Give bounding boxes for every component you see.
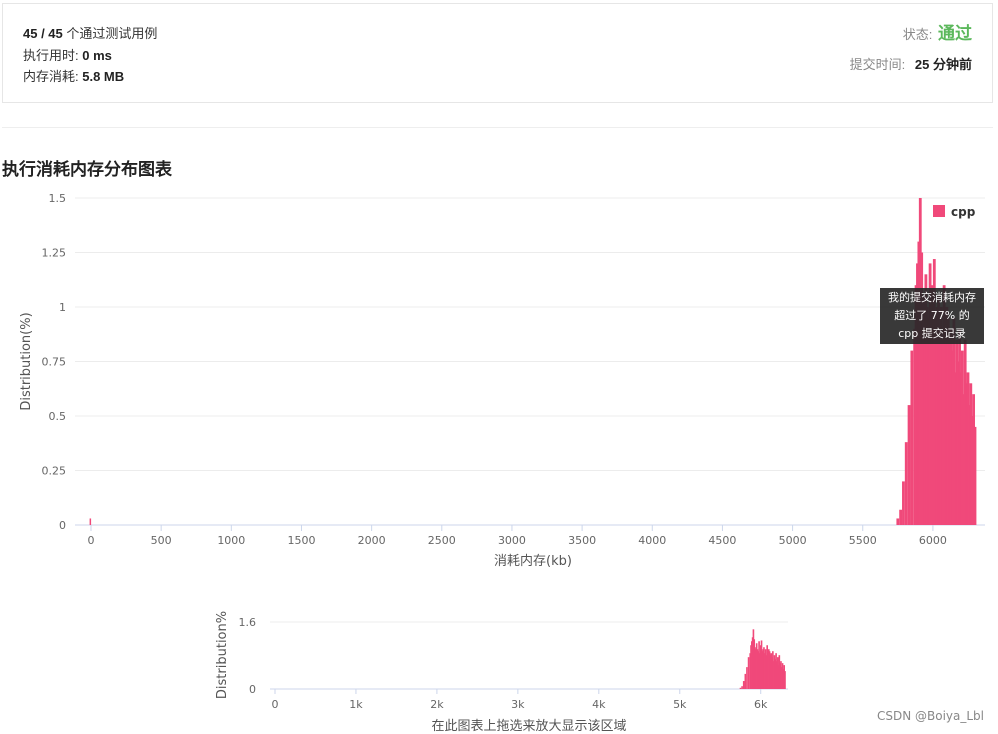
runtime-label: 执行用时: xyxy=(23,48,79,63)
nav-chart-bar xyxy=(744,673,747,689)
chart-bar xyxy=(904,442,908,525)
y-tick-label: 0.25 xyxy=(42,465,67,478)
nav-chart-bar xyxy=(739,687,742,689)
nav-y-tick-label: 0 xyxy=(249,683,256,696)
navigator-hint: 在此图表上拖选来放大显示该区域 xyxy=(431,719,626,734)
y-tick-label: 1.5 xyxy=(49,192,67,205)
chart-bar xyxy=(910,350,914,525)
x-tick-label: 2500 xyxy=(428,534,456,547)
test-cases-line: 45 / 45 个通过测试用例 xyxy=(23,23,157,42)
legend-swatch xyxy=(933,205,945,217)
memory-distribution-chart[interactable]: 0 0.25 0.5 0.75 1 1.25 1.5 0 500 1000 1500 2000 2500… xyxy=(0,180,998,580)
x-tick-label: 0 xyxy=(88,534,95,547)
nav-x-tick-label: 2k xyxy=(430,698,444,711)
nav-chart-bar xyxy=(742,681,745,689)
x-tick-label: 3000 xyxy=(498,534,526,547)
submit-time-row: 提交时间: 25 分钟前 xyxy=(850,54,972,73)
memory-label: 内存消耗: xyxy=(23,69,79,84)
chart-bar xyxy=(89,518,92,525)
runtime-value: 0 ms xyxy=(82,48,112,63)
tooltip-line-3: cpp 提交记录 xyxy=(898,327,966,340)
status-row: 状态: 通过 xyxy=(903,19,972,44)
tooltip-line-1: 我的提交消耗内存 xyxy=(888,291,976,304)
chart-bar xyxy=(907,405,911,525)
submit-time-value: 25 分钟前 xyxy=(914,57,972,72)
legend-label: cpp xyxy=(951,205,976,219)
y-tick-label: 1.25 xyxy=(42,247,67,260)
nav-x-tick-label: 6k xyxy=(754,698,768,711)
y-tick-label: 0 xyxy=(59,519,66,532)
memory-line: 内存消耗: 5.8 MB xyxy=(23,66,124,85)
y-tick-label: 0.75 xyxy=(42,356,67,369)
x-tick-label: 5000 xyxy=(779,534,807,547)
navigator-chart[interactable]: 0 1.6 0 1k 2k 3k 4k 5k 6k Distribution% 在此图表上拖选来放大… xyxy=(200,600,800,734)
chart-bar xyxy=(896,518,900,525)
x-axis-title: 消耗内存(kb) xyxy=(494,553,572,569)
x-tick-label: 4500 xyxy=(708,534,736,547)
submit-time-label: 提交时间: xyxy=(849,57,906,72)
x-tick-label: 500 xyxy=(151,534,172,547)
submission-summary-card: 45 / 45 个通过测试用例 执行用时: 0 ms 内存消耗: 5.8 MB … xyxy=(2,3,993,103)
status-badge[interactable]: 通过 xyxy=(938,24,972,43)
x-tick-label: 6000 xyxy=(919,534,947,547)
divider xyxy=(2,127,993,128)
y-axis-title: Distribution(%) xyxy=(19,312,34,410)
test-cases-count: 45 / 45 xyxy=(23,26,63,41)
nav-x-tick-label: 3k xyxy=(511,698,525,711)
chart-bar xyxy=(899,509,903,525)
watermark: CSDN @Boiya_Lbl xyxy=(876,709,984,723)
section-title: 执行消耗内存分布图表 xyxy=(2,160,172,179)
nav-chart-bar xyxy=(747,657,750,689)
runtime-line: 执行用时: 0 ms xyxy=(23,45,112,64)
y-tick-label: 0.5 xyxy=(49,410,67,423)
nav-chart-bar xyxy=(741,686,743,689)
test-cases-suffix: 个通过测试用例 xyxy=(66,26,158,41)
x-tick-label: 4000 xyxy=(638,534,666,547)
chart-bar xyxy=(902,481,905,525)
nav-y-tick-label: 1.6 xyxy=(239,616,257,629)
chart-tooltip: 我的提交消耗内存 超过了 77% 的 cpp 提交记录 xyxy=(880,288,984,344)
x-tick-label: 5500 xyxy=(849,534,877,547)
nav-chart-bar xyxy=(746,667,748,689)
status-label: 状态: xyxy=(902,27,933,42)
memory-value: 5.8 MB xyxy=(82,69,125,84)
x-tick-label: 3500 xyxy=(568,534,596,547)
x-tick-label: 1000 xyxy=(217,534,245,547)
y-tick-label: 1 xyxy=(59,301,66,314)
nav-y-axis-title: Distribution% xyxy=(215,611,230,699)
x-tick-label: 2000 xyxy=(358,534,386,547)
nav-x-tick-label: 0 xyxy=(272,698,279,711)
nav-x-tick-label: 4k xyxy=(592,698,606,711)
nav-x-tick-label: 1k xyxy=(349,698,363,711)
nav-x-tick-label: 5k xyxy=(673,698,687,711)
tooltip-line-2: 超过了 77% 的 xyxy=(894,309,970,322)
x-tick-label: 1500 xyxy=(287,534,315,547)
chart-bar xyxy=(973,426,977,525)
nav-chart-bar xyxy=(784,671,786,689)
